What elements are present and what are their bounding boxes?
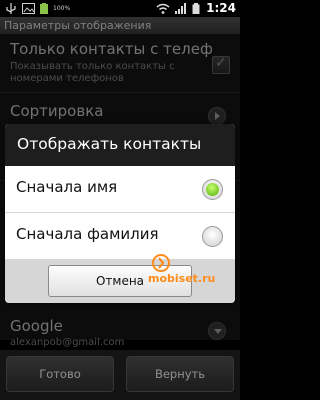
clock: 1:24 (206, 1, 236, 15)
watermark-text: mobiset.ru (148, 272, 216, 285)
battery-percent-text: 100% (53, 5, 71, 12)
status-bar: 100% 1:24 (0, 0, 240, 17)
battery-icon (192, 3, 200, 14)
radio-unselected-icon[interactable] (202, 226, 223, 247)
signal-icon (175, 3, 186, 14)
option-last-name-label: Сначала фамилия (16, 225, 159, 243)
dialog-header: Отображать контакты (5, 124, 235, 166)
option-first-name-label: Сначала имя (16, 178, 118, 196)
usb-icon (6, 3, 16, 14)
radio-selected-icon[interactable] (202, 179, 223, 200)
wifi-icon (156, 3, 170, 14)
dialog-title: Отображать контакты (17, 135, 202, 153)
image-icon (22, 3, 35, 14)
battery-full-icon (40, 3, 48, 14)
mobiset-logo-icon (152, 254, 170, 272)
option-last-name[interactable]: Сначала фамилия (5, 213, 235, 259)
option-first-name[interactable]: Сначала имя (5, 166, 235, 212)
bottom-dim (0, 350, 240, 400)
